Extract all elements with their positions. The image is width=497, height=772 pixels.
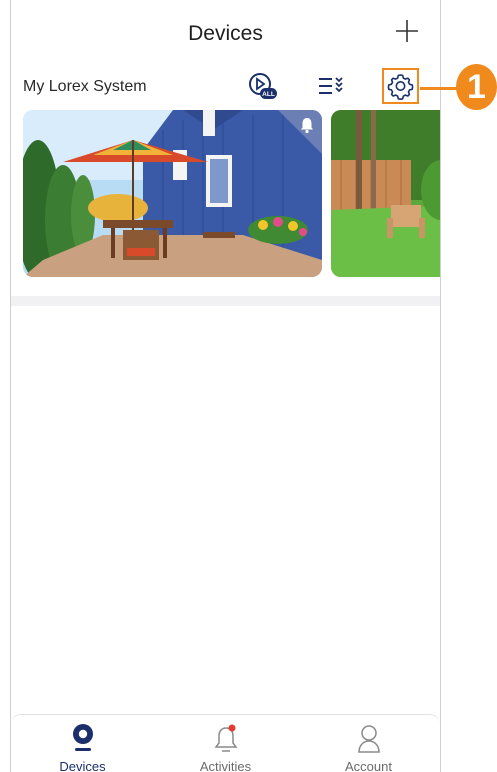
header: Devices [11,0,440,66]
system-row: My Lorex System ALL [11,66,440,106]
camera-thumbnail-garden[interactable] [331,110,440,277]
list-filter-icon[interactable] [315,70,347,102]
play-all-badge: ALL [262,91,275,98]
gear-icon [387,74,414,100]
section-divider [11,296,440,306]
bell-icon [214,724,237,752]
bell-icon [301,118,313,134]
play-all-icon[interactable]: ALL [246,70,278,102]
phone-screen: Devices My Lorex System ALL Devices Acti… [10,0,441,772]
notification-dot [228,724,235,732]
bottom-tab-bar: Devices Activities Account [11,714,440,772]
system-name: My Lorex System [23,78,147,95]
tab-activities[interactable]: Activities [154,715,297,772]
tab-label-account: Account [345,759,392,772]
callout-badge: 1 [456,64,497,110]
tab-account[interactable]: Account [297,715,440,772]
person-icon [357,725,380,753]
page-title: Devices [188,22,263,45]
tab-label-activities: Activities [199,759,252,772]
garden-image [331,110,440,277]
settings-button[interactable] [382,68,419,104]
camera-thumbnail-patio[interactable] [23,110,322,277]
camera-icon [72,724,93,751]
tab-label-devices: Devices [59,759,106,772]
tab-devices[interactable]: Devices [11,715,154,772]
camera-carousel [11,110,440,278]
plus-icon[interactable] [394,18,420,44]
